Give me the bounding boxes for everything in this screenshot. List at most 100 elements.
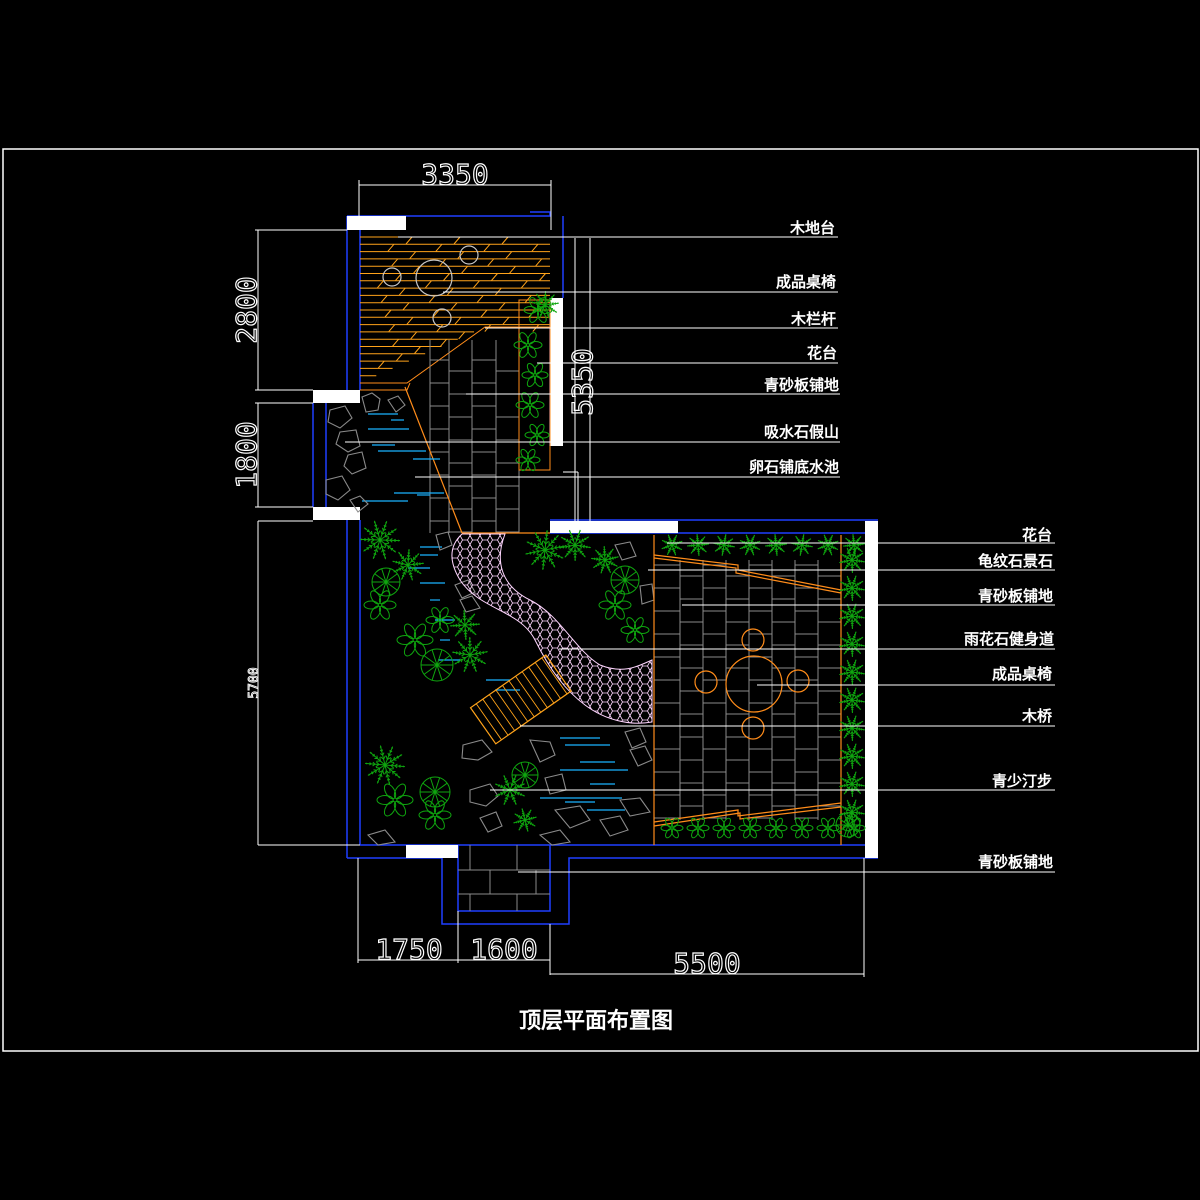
dim-top-width: 3350 xyxy=(421,158,488,191)
deck-joint xyxy=(458,331,466,340)
callout-pebble-pond: 卵石铺底水池 xyxy=(749,458,839,476)
pond-edge xyxy=(404,386,463,534)
deck-joint xyxy=(498,302,506,311)
plant xyxy=(610,565,640,595)
plant xyxy=(839,575,865,602)
plant xyxy=(515,448,541,472)
rock xyxy=(544,773,567,795)
deck-joint xyxy=(377,360,385,369)
wood-deck xyxy=(360,236,550,391)
deck-joint xyxy=(450,302,458,311)
deck-joint xyxy=(476,295,484,303)
deck-joint xyxy=(535,258,543,267)
plant xyxy=(452,636,488,673)
callout-sandstone-paving-3: 青砂板铺地 xyxy=(978,853,1053,871)
deck-joint xyxy=(398,287,406,296)
callout-planter-2: 花台 xyxy=(1022,526,1052,544)
upper-paving xyxy=(429,340,520,533)
plant xyxy=(515,392,545,418)
plant xyxy=(839,743,865,770)
plant xyxy=(392,549,424,581)
callout-wood-bridge: 木桥 xyxy=(1021,707,1053,725)
patio-chair xyxy=(694,670,718,694)
callout-rockery: 吸水石假山 xyxy=(764,423,839,441)
deck-joint xyxy=(414,346,421,354)
rock xyxy=(461,739,493,761)
plant xyxy=(739,534,761,556)
plant xyxy=(521,362,549,388)
dim-left-lower: 5700 xyxy=(247,667,262,698)
deck-joint xyxy=(402,302,410,311)
rock xyxy=(599,815,629,837)
deck-joint xyxy=(405,236,413,245)
plant xyxy=(661,534,683,556)
deck-joint xyxy=(387,243,395,252)
deck-joint xyxy=(409,251,417,259)
pond-water xyxy=(362,413,628,811)
rock xyxy=(619,797,651,817)
plant xyxy=(511,761,539,789)
deck-joint xyxy=(531,243,539,252)
plant xyxy=(559,529,591,562)
deck-chair xyxy=(459,245,479,265)
callout-planter: 花台 xyxy=(807,344,837,362)
plant xyxy=(765,534,787,556)
drawing-title: 顶层平面布置图 xyxy=(519,1008,673,1034)
patio-table xyxy=(725,655,783,713)
plant xyxy=(816,817,840,839)
dim-bottom-right: 5500 xyxy=(673,947,740,980)
dim-right-upper: 5350 xyxy=(566,348,599,415)
rock xyxy=(553,805,591,829)
deck-joint xyxy=(487,258,495,267)
plant xyxy=(419,776,451,808)
callout-wood-railing: 木栏杆 xyxy=(790,310,836,328)
plant xyxy=(839,547,865,574)
plant xyxy=(449,609,481,641)
callouts-lower: 花台 龟纹石景石 青砂板铺地 雨花石健身道 成品桌椅 木桥 青少汀步 青砂板铺地 xyxy=(964,526,1054,871)
rock xyxy=(459,595,481,613)
bridge-plank xyxy=(508,680,535,718)
dim-bottom-middle: 1600 xyxy=(470,933,537,966)
deck-joint xyxy=(396,353,403,362)
deck-joint xyxy=(443,273,450,281)
plant xyxy=(513,808,537,832)
bridge-plank xyxy=(488,694,515,731)
deck-joint xyxy=(380,295,388,303)
deck-joint xyxy=(410,331,418,340)
deck-joint xyxy=(491,273,498,281)
patio-chair xyxy=(741,716,765,740)
deck-table-set xyxy=(382,245,479,328)
plants xyxy=(359,290,866,839)
deck-joint xyxy=(391,258,399,267)
deck-joint xyxy=(483,243,491,252)
rock xyxy=(469,783,499,807)
plant xyxy=(524,423,550,447)
plant xyxy=(839,659,865,686)
deck-joint xyxy=(480,309,488,318)
rock xyxy=(387,395,406,413)
plant xyxy=(764,817,788,839)
deck-joint xyxy=(502,316,510,325)
callout-sandstone-paving: 青砂板铺地 xyxy=(764,376,839,394)
right-paving xyxy=(653,560,842,820)
rock xyxy=(325,475,351,501)
rock xyxy=(538,829,572,846)
deck-joint xyxy=(454,316,462,325)
deck-joint xyxy=(501,236,509,245)
plant xyxy=(686,533,710,557)
bridge-plank xyxy=(495,689,522,727)
plant xyxy=(839,687,865,714)
floor-plan-drawing: 3350 2800 1800 5700 5350 1750 1600 5500 … xyxy=(2,148,1199,1052)
callout-stepping-stones: 青少汀步 xyxy=(992,772,1052,790)
plant xyxy=(839,603,865,630)
rock xyxy=(624,727,647,749)
bridge-plank xyxy=(515,675,542,713)
deck-joint xyxy=(425,280,432,289)
plant xyxy=(418,800,452,830)
plant xyxy=(376,783,414,817)
deck-joint xyxy=(473,280,480,289)
plant xyxy=(839,771,865,798)
rock xyxy=(639,583,655,605)
deck-joint xyxy=(440,338,447,347)
callout-table-chairs-2: 成品桌椅 xyxy=(992,665,1052,683)
